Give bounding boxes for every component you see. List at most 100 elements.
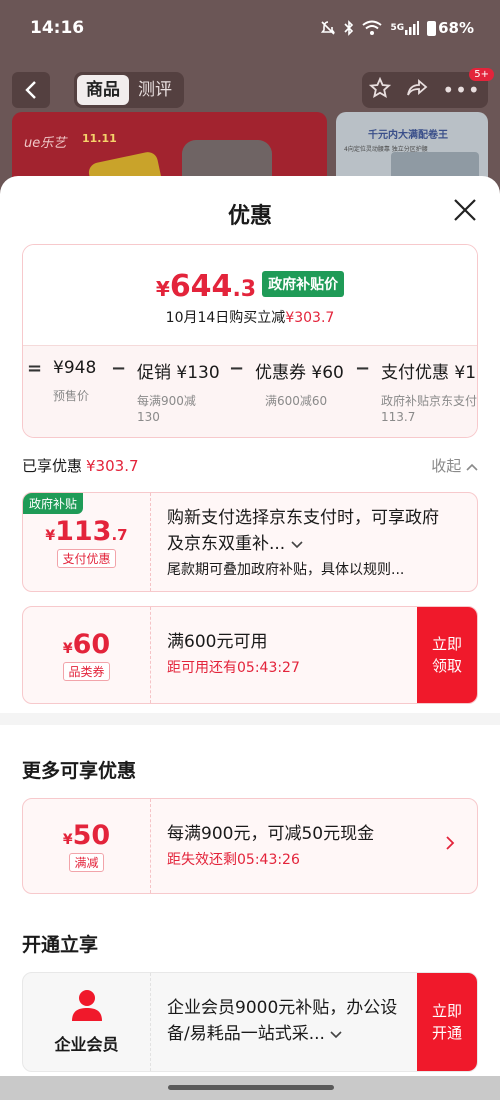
member-name: 企业会员	[54, 1035, 119, 1054]
price-saving-line: 10月14日购买立减¥303.7	[23, 307, 477, 327]
coupon-type-tag: 品类券	[63, 662, 110, 681]
signal-icon: 5G	[390, 21, 420, 35]
price-breakdown[interactable]: = ¥948 预售价 − 促销 ¥130 每满900减 130 − 优惠券 ¥6…	[23, 345, 478, 437]
user-icon	[71, 990, 102, 1021]
member-main-text: 企业会员9000元补贴，办公设备/易耗品一站式采...	[167, 995, 407, 1047]
section-divider	[0, 713, 500, 725]
coupon-currency: ¥	[62, 641, 73, 657]
open-membership-title: 开通立享	[22, 934, 99, 956]
breakdown-value: 支付优惠 ¥113.7	[381, 363, 477, 383]
breakdown-value: 优惠券 ¥60	[255, 363, 344, 383]
activate-membership-button[interactable]: 立即 开通	[417, 973, 477, 1071]
bluetooth-icon	[344, 20, 354, 36]
close-icon[interactable]	[452, 197, 478, 223]
coupon-amount: ¥ 113 .7	[45, 516, 127, 547]
network-type: 5G	[390, 23, 405, 33]
coupon-main-text: 每满900元，可减50元现金	[167, 824, 375, 844]
coupon-amount-int: 50	[72, 820, 111, 851]
gov-subsidy-coupon[interactable]: ¥ 113 .7 支付优惠 政府补贴 购新支付选择京东支付时，可享政府及京东双重…	[22, 492, 478, 592]
wifi-icon	[362, 20, 383, 36]
breakdown-operator: −	[229, 358, 245, 379]
more-icon[interactable]: •••	[442, 78, 480, 102]
gov-subsidy-price-tag: 政府补贴价	[262, 270, 345, 297]
coupon-description: 购新支付选择京东支付时，可享政府及京东双重补... 尾款期可叠加政府补贴，具体以…	[167, 505, 453, 579]
more-discounts-title: 更多可享优惠	[22, 760, 137, 782]
status-bar: 14:16 5G 68%	[0, 0, 500, 56]
coupon-countdown: 距可用还有05:43:27	[167, 660, 300, 676]
collapse-label: 收起	[431, 456, 462, 475]
coupon-type-tag: 支付优惠	[57, 549, 116, 568]
breakdown-item: 支付优惠 ¥113.7 政府补贴京东支付 113.7	[381, 358, 478, 425]
coupon-main-text: 购新支付选择京东支付时，可享政府及京东双重补...	[167, 505, 453, 557]
chevron-down-icon[interactable]	[330, 1031, 342, 1039]
product-top-nav: 商品 测评 ••• 5+	[12, 68, 494, 110]
brand-logo: ue乐艺	[24, 136, 67, 151]
saving-amount: ¥303.7	[285, 310, 335, 326]
final-price: ¥ 644 .3 政府补贴价	[23, 269, 477, 304]
coupon-amount: ¥ 50	[63, 820, 110, 851]
coupon-amount-dec: .7	[111, 526, 128, 544]
claim-coupon-button[interactable]: 立即 领取	[417, 607, 477, 703]
home-indicator[interactable]	[168, 1085, 334, 1090]
full-reduction-coupon[interactable]: ¥ 50 满减 每满900元，可减50元现金 距失效还剩05:43:26	[22, 798, 478, 894]
coupon-countdown: 距失效还剩05:43:26	[167, 852, 300, 868]
status-indicators: 5G 68%	[320, 19, 474, 37]
breakdown-desc: 满600减60	[265, 394, 328, 408]
sheet-header: 优惠	[0, 176, 500, 244]
coupon-currency: ¥	[45, 528, 56, 544]
back-button[interactable]	[12, 72, 50, 108]
event-logo: 11.11	[82, 132, 117, 145]
gov-subsidy-corner-badge: 政府补贴	[23, 493, 84, 514]
coupon-main-text: 满600元可用	[167, 632, 268, 652]
coupon-main-label: 购新支付选择京东支付时，可享政府及京东双重补...	[167, 508, 439, 554]
breakdown-desc: 每满900减 130	[137, 394, 196, 424]
tab-product[interactable]: 商品	[77, 75, 129, 105]
coupon-description: 每满900元，可减50元现金 距失效还剩05:43:26	[167, 821, 437, 869]
mute-icon	[320, 20, 336, 36]
breakdown-item: 促销 ¥130 每满900减 130	[137, 358, 220, 425]
breakdown-operator: =	[27, 358, 43, 379]
breakdown-item: ¥948 预售价	[53, 358, 96, 404]
chevron-left-icon	[25, 81, 36, 99]
currency-symbol: ¥	[155, 277, 170, 301]
sheet-title: 优惠	[227, 204, 272, 229]
member-icon-area: 企业会员	[23, 973, 151, 1071]
breakdown-operator: −	[111, 358, 127, 379]
coupon-description: 满600元可用 距可用还有05:43:27	[167, 629, 407, 677]
coupon-sub-text: 尾款期可叠加政府补贴，具体以规则...	[167, 562, 405, 578]
discount-sheet: 优惠 ¥ 644 .3 政府补贴价 10月14日购买立减¥303.7 = ¥94…	[0, 176, 500, 1100]
enjoyed-label-text: 已享优惠	[22, 456, 83, 475]
coupon-amount: ¥ 60	[63, 629, 110, 660]
member-main-label: 企业会员9000元补贴，办公设备/易耗品一站式采...	[167, 998, 398, 1044]
coupon-amount-int: 60	[72, 629, 111, 660]
enterprise-member-card: 企业会员 企业会员9000元补贴，办公设备/易耗品一站式采... 立即 开通	[22, 972, 478, 1072]
enjoyed-discount-label: 已享优惠 ¥303.7	[22, 455, 139, 476]
battery-percent: 68%	[438, 19, 474, 37]
chevron-right-icon[interactable]	[445, 835, 455, 856]
share-icon[interactable]	[406, 78, 428, 103]
coupon-amount-area: ¥ 60 品类券	[23, 607, 151, 703]
breakdown-desc: 政府补贴京东支付 113.7	[381, 394, 478, 424]
enjoyed-discount-row: 已享优惠 ¥303.7 收起	[22, 452, 478, 478]
battery-indicator: 68%	[427, 19, 474, 37]
coupon-amount-area: ¥ 50 满减	[23, 799, 151, 893]
enjoyed-amount: ¥303.7	[86, 456, 139, 475]
coupon-type-tag: 满减	[69, 853, 104, 872]
price-decimal: .3	[232, 277, 257, 302]
status-time: 14:16	[30, 18, 85, 38]
tab-review[interactable]: 测评	[129, 75, 181, 105]
ad-title: 千元内大满配卷王	[368, 130, 448, 141]
navigation-bar	[0, 1076, 500, 1100]
collapse-button[interactable]: 收起	[431, 455, 478, 476]
breakdown-item: 优惠券 ¥60 满600减60	[255, 358, 344, 409]
category-coupon: ¥ 60 品类券 满600元可用 距可用还有05:43:27 立即 领取	[22, 606, 478, 704]
breakdown-value: 促销 ¥130	[137, 363, 220, 383]
favorite-star-icon[interactable]	[369, 76, 392, 104]
chevron-down-icon[interactable]	[291, 541, 303, 549]
message-badge: 5+	[469, 68, 494, 81]
breakdown-desc: 预售价	[53, 389, 90, 403]
chevron-up-icon	[466, 463, 478, 471]
battery-icon	[427, 20, 437, 36]
price-integer: 644	[169, 269, 233, 304]
product-tabs: 商品 测评	[74, 72, 184, 108]
